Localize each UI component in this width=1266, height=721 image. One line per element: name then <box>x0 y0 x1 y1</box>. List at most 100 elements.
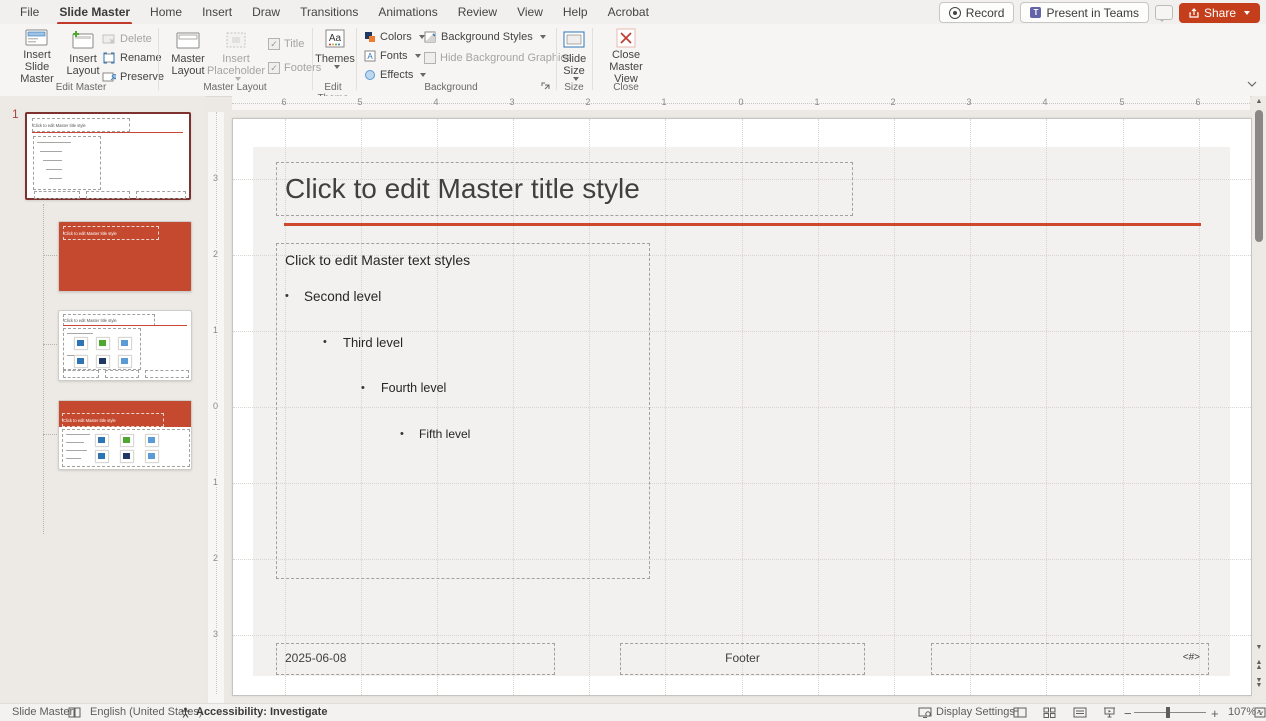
group-separator <box>356 28 357 90</box>
insert-layout-button[interactable]: Insert Layout <box>62 27 104 85</box>
slide-master-canvas[interactable]: Click to edit Master title style Click t… <box>232 118 1252 696</box>
zoom-in-button[interactable]: + <box>1211 706 1219 721</box>
dropdown-icon <box>540 35 546 39</box>
ruler-mark: 5 <box>357 97 362 107</box>
thumbnail-content-layout[interactable]: Click to edit Master title style <box>58 310 192 381</box>
effects-button[interactable]: Effects <box>364 67 426 83</box>
mini-title-placeholder: Click to edit Master title style <box>62 413 164 427</box>
footers-checkbox[interactable]: ✓ Footers <box>268 60 321 76</box>
ruler-mark: 0 <box>213 401 218 411</box>
themes-button[interactable]: Aa Themes <box>315 27 355 85</box>
tab-review[interactable]: Review <box>448 1 507 23</box>
ruler-mark: 5 <box>1119 97 1124 107</box>
body-level-2-text: Second level <box>304 289 381 304</box>
tab-home[interactable]: Home <box>140 1 192 23</box>
insert-slide-master-button[interactable]: Insert Slide Master <box>12 27 62 85</box>
vertical-ruler[interactable]: 3 2 1 0 1 2 3 <box>208 112 224 703</box>
mini-number-placeholder <box>145 370 189 378</box>
date-placeholder[interactable]: 2025-06-08 <box>276 643 555 675</box>
insert-placeholder-button[interactable]: Insert Placeholder <box>210 27 262 85</box>
slide-show-button[interactable] <box>1103 707 1116 718</box>
thumbnail-header-layout[interactable]: Click to edit Master title style <box>58 400 192 470</box>
scroll-down-icon[interactable]: ▼ <box>1252 644 1266 652</box>
menu-bar: File Slide Master Home Insert Draw Trans… <box>0 0 1266 24</box>
scroll-up-icon[interactable]: ▲ <box>1252 98 1266 106</box>
tab-acrobat[interactable]: Acrobat <box>598 1 659 23</box>
present-in-teams-button[interactable]: T Present in Teams <box>1020 2 1149 23</box>
mini-body-placeholder <box>33 136 101 190</box>
footer-placeholder[interactable]: Footer <box>620 643 865 675</box>
previous-slide-button[interactable]: ▲▲ <box>1252 660 1266 670</box>
scrollbar-thumb[interactable] <box>1255 110 1263 242</box>
zoom-slider-track[interactable] <box>1134 712 1206 713</box>
view-status-label: Slide Master <box>12 706 73 718</box>
ruler-mark: 4 <box>1042 97 1047 107</box>
rename-button[interactable]: Rename <box>102 50 162 66</box>
accessibility-status[interactable]: Accessibility: Investigate <box>196 706 327 718</box>
bullet: • <box>285 290 289 302</box>
proofing-book-icon[interactable] <box>68 707 81 718</box>
body-level-5-text: Fifth level <box>419 427 470 441</box>
share-button[interactable]: Share <box>1179 3 1260 23</box>
mini-title-placeholder: Click to edit Master title style <box>32 118 130 132</box>
master-layout-button[interactable]: Master Layout <box>166 27 210 85</box>
display-settings-icon <box>918 707 932 718</box>
teams-icon: T <box>1030 7 1041 18</box>
slide-sorter-view-button[interactable] <box>1043 707 1056 718</box>
slide-size-button[interactable]: Slide Size <box>557 27 591 85</box>
delete-button[interactable]: Delete <box>102 31 152 47</box>
mini-body-placeholder <box>63 328 141 370</box>
close-master-view-icon <box>615 27 637 49</box>
ribbon-collapse-button[interactable] <box>1246 80 1258 88</box>
slide-number-placeholder[interactable]: <#> <box>931 643 1209 675</box>
background-dialog-launcher[interactable] <box>541 82 551 92</box>
horizontal-ruler[interactable]: 6 5 4 3 2 1 0 1 2 3 4 5 6 <box>232 96 1250 110</box>
normal-view-button[interactable] <box>1013 707 1027 718</box>
title-checkbox[interactable]: ✓ Title <box>268 36 304 52</box>
ruler-mark: 2 <box>213 553 218 563</box>
colors-icon <box>364 31 376 43</box>
zoom-slider-thumb[interactable] <box>1166 707 1170 718</box>
reading-view-button[interactable] <box>1073 707 1087 718</box>
next-slide-button[interactable]: ▼▼ <box>1252 678 1266 688</box>
tab-help[interactable]: Help <box>553 1 598 23</box>
insert-placeholder-icon <box>224 27 248 53</box>
thumbnail-slide-master[interactable]: Click to edit Master title style <box>25 112 191 200</box>
title-underline-shape[interactable] <box>284 223 1201 226</box>
share-dropdown-icon <box>1244 11 1250 15</box>
title-placeholder[interactable]: Click to edit Master title style <box>276 162 853 216</box>
tab-file[interactable]: File <box>10 1 49 23</box>
vertical-scrollbar[interactable]: ▲ ▼ ▲▲ ▼▼ <box>1252 96 1266 703</box>
title-placeholder-text: Click to edit Master title style <box>277 163 852 215</box>
layout-connector-line <box>43 255 57 256</box>
status-bar: Slide Master English (United States) Acc… <box>0 703 1266 721</box>
tab-view[interactable]: View <box>507 1 553 23</box>
ruler-mark: 1 <box>814 97 819 107</box>
fonts-button[interactable]: A Fonts <box>364 48 421 64</box>
svg-text:Aa: Aa <box>329 33 342 44</box>
background-styles-icon <box>424 31 437 43</box>
close-master-view-button[interactable]: Close Master View <box>598 27 654 85</box>
hide-background-graphics-checkbox[interactable]: Hide Background Graphics <box>424 50 571 66</box>
tab-animations[interactable]: Animations <box>368 1 447 23</box>
tab-slide-master[interactable]: Slide Master <box>49 1 140 23</box>
display-settings-button[interactable]: Display Settings <box>936 706 1015 718</box>
zoom-out-button[interactable]: − <box>1124 706 1132 721</box>
mini-footer-placeholder <box>86 191 130 199</box>
fit-to-window-button[interactable] <box>1254 707 1266 718</box>
colors-button[interactable]: Colors <box>364 29 425 45</box>
comments-button[interactable] <box>1155 5 1173 20</box>
ribbon: Insert Slide Master Insert Layout Delete… <box>0 24 1266 97</box>
slide-size-icon <box>562 27 586 53</box>
ruler-mark: 3 <box>213 173 218 183</box>
tab-insert[interactable]: Insert <box>192 1 242 23</box>
zoom-level[interactable]: 107% <box>1228 706 1256 718</box>
mini-title-underline <box>32 132 183 133</box>
ruler-mark: 1 <box>213 477 218 487</box>
tab-draw[interactable]: Draw <box>242 1 290 23</box>
dialog-launcher-icon <box>541 82 551 92</box>
record-button[interactable]: Record <box>939 2 1015 23</box>
tab-transitions[interactable]: Transitions <box>290 1 368 23</box>
background-styles-button[interactable]: Background Styles <box>424 29 546 45</box>
thumbnail-title-slide-layout[interactable]: Click to edit Master title style <box>58 221 192 292</box>
